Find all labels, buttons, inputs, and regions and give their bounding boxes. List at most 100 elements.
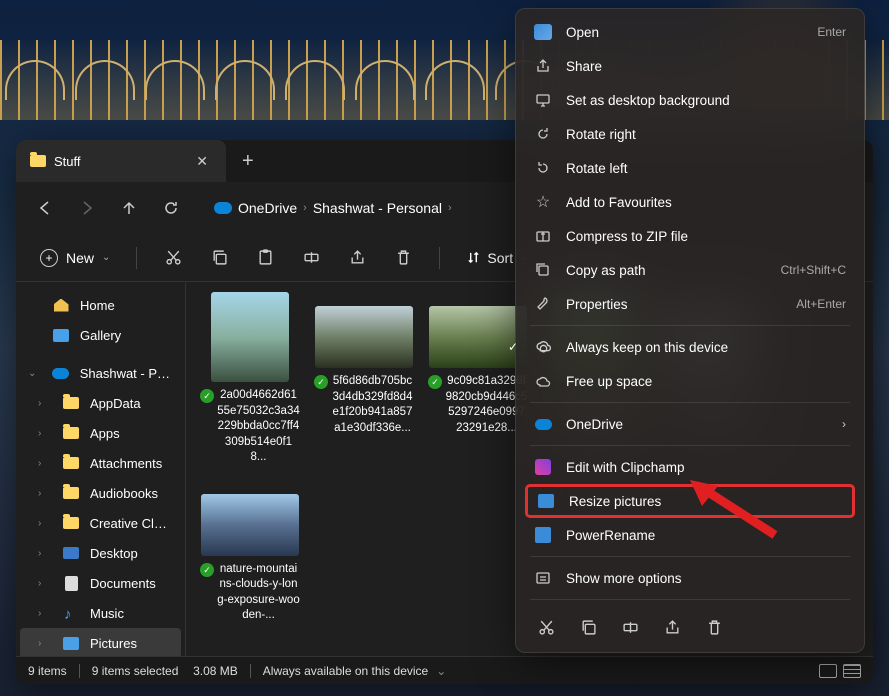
sync-available-icon: ✓ [200, 389, 214, 403]
menu-free-up[interactable]: Free up space [522, 364, 858, 398]
folder-icon [63, 487, 79, 499]
file-item[interactable]: ✓2a00d4662d6155e75032c3a34229bbda0cc7ff4… [200, 292, 300, 466]
plus-icon: + [40, 249, 58, 267]
sync-available-icon: ✓ [428, 375, 442, 389]
sidebar: Home Gallery ⌄Shashwat - Pers ›AppData ›… [16, 282, 186, 656]
file-item[interactable]: ✓5f6d86db705bc3d4db329fd8d4e1f20b941a857… [314, 292, 414, 466]
back-button[interactable] [26, 190, 64, 226]
file-item[interactable]: ✓9c09c81a3296f9820cb9d446c55297246e09972… [428, 292, 528, 466]
refresh-button[interactable] [152, 190, 190, 226]
thumbnail [201, 494, 299, 556]
close-tab-button[interactable]: ✕ [192, 153, 212, 170]
file-item[interactable]: ✓nature-mountains-clouds-y-long-exposure… [200, 480, 300, 624]
status-item-count: 9 items [28, 664, 67, 678]
resize-icon [538, 494, 554, 508]
folder-icon [63, 397, 79, 409]
cut-button[interactable] [526, 610, 566, 644]
copy-button[interactable] [568, 610, 608, 644]
up-button[interactable] [110, 190, 148, 226]
sidebar-item-audiobooks[interactable]: ›Audiobooks [20, 478, 181, 508]
folder-icon [63, 427, 79, 439]
thumbnail [315, 306, 413, 368]
menu-share[interactable]: Share [522, 49, 858, 83]
cut-button[interactable] [153, 240, 193, 276]
breadcrumb[interactable]: OneDrive › Shashwat - Personal › [214, 200, 452, 216]
sidebar-item-home[interactable]: Home [20, 290, 181, 320]
menu-quick-actions [522, 604, 858, 646]
thumbnail [211, 292, 289, 382]
share-button[interactable] [337, 240, 377, 276]
menu-favourites[interactable]: ☆Add to Favourites [522, 185, 858, 219]
folder-icon [63, 517, 79, 529]
menu-set-background[interactable]: Set as desktop background [522, 83, 858, 117]
delete-button[interactable] [694, 610, 734, 644]
sidebar-item-apps[interactable]: ›Apps [20, 418, 181, 448]
onedrive-icon [535, 419, 552, 430]
new-label: New [66, 250, 94, 266]
onedrive-icon [214, 202, 232, 214]
menu-rotate-right[interactable]: Rotate right [522, 117, 858, 151]
forward-button[interactable] [68, 190, 106, 226]
sidebar-item-desktop[interactable]: ›Desktop [20, 538, 181, 568]
menu-always-keep[interactable]: ✓Always keep on this device [522, 330, 858, 364]
copy-button[interactable] [199, 240, 239, 276]
sidebar-item-gallery[interactable]: Gallery [20, 320, 181, 350]
chevron-down-icon: ⌄ [102, 252, 110, 263]
menu-clipchamp[interactable]: Edit with Clipchamp [522, 450, 858, 484]
new-tab-button[interactable]: + [226, 150, 270, 173]
rename-button[interactable] [291, 240, 331, 276]
thumbnail [429, 306, 527, 368]
delete-button[interactable] [383, 240, 423, 276]
rename-button[interactable] [610, 610, 650, 644]
sidebar-item-music[interactable]: ›♪Music [20, 598, 181, 628]
pictures-icon [63, 637, 79, 650]
status-selected: 9 items selected [92, 664, 179, 678]
check-icon: ✓ [504, 340, 522, 354]
onedrive-icon [52, 368, 69, 379]
window-tab[interactable]: Stuff ✕ [16, 140, 226, 182]
music-icon: ♪ [64, 606, 78, 620]
star-icon: ☆ [534, 193, 552, 211]
context-menu: OpenEnter Share Set as desktop backgroun… [515, 8, 865, 653]
breadcrumb-root[interactable]: OneDrive [238, 200, 297, 216]
home-icon [54, 299, 69, 312]
share-button[interactable] [652, 610, 692, 644]
menu-rotate-left[interactable]: Rotate left [522, 151, 858, 185]
sidebar-item-pictures[interactable]: ›Pictures [20, 628, 181, 656]
chevron-right-icon: › [842, 417, 846, 431]
view-large-button[interactable] [843, 664, 861, 678]
menu-copy-path[interactable]: Copy as pathCtrl+Shift+C [522, 253, 858, 287]
status-availability: Always available on this device [263, 664, 428, 678]
clipchamp-icon [535, 459, 551, 475]
paste-button[interactable] [245, 240, 285, 276]
sidebar-item-attachments[interactable]: ›Attachments [20, 448, 181, 478]
gallery-icon [53, 329, 69, 342]
desktop-icon [63, 547, 79, 559]
folder-icon [30, 155, 46, 167]
desktop-icon [535, 92, 551, 108]
more-icon [535, 570, 551, 586]
document-icon [65, 576, 78, 591]
menu-compress[interactable]: Compress to ZIP file [522, 219, 858, 253]
breadcrumb-segment[interactable]: Shashwat - Personal [313, 200, 442, 216]
menu-properties[interactable]: PropertiesAlt+Enter [522, 287, 858, 321]
menu-onedrive[interactable]: OneDrive› [522, 407, 858, 441]
chevron-down-icon[interactable]: ⌄ [436, 664, 446, 678]
view-details-button[interactable] [819, 664, 837, 678]
rotate-left-icon [535, 160, 551, 176]
chevron-right-icon: › [303, 202, 307, 214]
menu-more-options[interactable]: Show more options [522, 561, 858, 595]
sidebar-item-creative[interactable]: ›Creative Cloud [20, 508, 181, 538]
cloud-sync-icon [535, 339, 552, 356]
status-size: 3.08 MB [193, 664, 238, 678]
cloud-icon [535, 375, 552, 387]
sidebar-item-onedrive-personal[interactable]: ⌄Shashwat - Pers [20, 358, 181, 388]
status-bar: 9 items 9 items selected 3.08 MB Always … [16, 656, 873, 684]
annotation-arrow [690, 480, 780, 540]
chevron-right-icon: › [448, 202, 452, 214]
new-button[interactable]: + New ⌄ [30, 243, 120, 273]
sidebar-item-documents[interactable]: ›Documents [20, 568, 181, 598]
sidebar-item-appdata[interactable]: ›AppData [20, 388, 181, 418]
menu-open[interactable]: OpenEnter [522, 15, 858, 49]
photo-icon [534, 24, 552, 40]
